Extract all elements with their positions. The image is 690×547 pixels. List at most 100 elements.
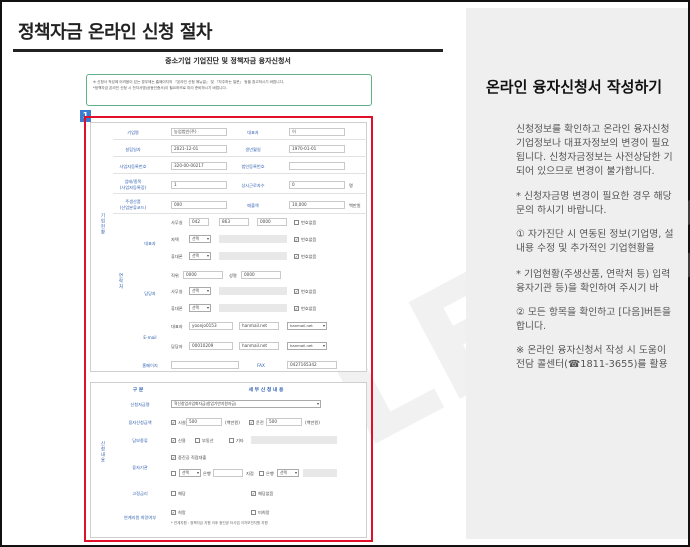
unlisted-checkbox[interactable] [294,220,299,225]
checkbox-label: 희망 [178,510,186,515]
instruction-line: ※ 온라인 융자신청서 작성 시 도움이 [516,345,666,356]
mgr-email-id-field[interactable]: 00010209 [189,342,233,350]
mobile-tel-select[interactable]: 선택 [189,252,211,260]
rep-email-domain-field[interactable]: hanmail.net [239,322,279,330]
manager-office-select[interactable]: 선택 [189,287,211,295]
section-label: 신청내용 [100,441,105,463]
founding-date-field[interactable]: 2021-12-01 [171,145,227,153]
business-number-field[interactable]: 320-00-00217 [171,162,227,170]
mgr-email-domain-field[interactable]: hanmail.net [239,342,279,350]
disabled-field [219,235,287,243]
unlisted-checkbox[interactable]: ✓ [294,289,299,294]
unlisted-checkbox[interactable]: ✓ [294,237,299,242]
checkbox-label: 미희망 [258,510,270,515]
instruction-line: 기업정보나 대표자정보의 변경이 필요 [516,138,670,149]
unit-label: (백만원) [225,420,240,425]
office-tel-part[interactable]: 0000 [257,218,287,226]
checkbox-label: 번호없음 [301,237,317,242]
office-tel-part[interactable]: 863 [219,218,249,226]
form-row: 업태/종목 (사업자등록증) 1 상시근로자수 0 명 [113,176,367,194]
form-row: 설립일자 2021-12-01 생년월일 1970-01-01 [113,142,367,157]
industry-field[interactable]: 1 [171,181,227,189]
sales-field[interactable]: 10,000 [289,201,345,209]
homepage-field[interactable] [171,361,239,369]
title-underline [13,49,443,52]
consent-yes-checkbox[interactable]: ✓ [171,510,176,515]
ceo-field[interactable]: 이 [289,128,345,136]
unit-label: 명 [349,183,353,188]
company-name-field[interactable]: 농업법인(주) [171,128,227,136]
unit-label: 지점 [246,471,254,476]
checkbox-label: 번호없음 [301,220,317,225]
bank-direct-checkbox[interactable]: ✓ [171,455,176,460]
company-info-section: 기업현황 기업명 농업법인(주) 대표자 이 설립일자 2021-12-01 생… [90,122,367,372]
unit-label: (백만원) [305,420,320,425]
instruction-line: 전담 콜센터(☎1811-3655)를 활용 [516,359,668,370]
branch-field[interactable] [213,469,243,477]
unlisted-checkbox[interactable]: ✓ [294,254,299,259]
fixed-rate-yes-checkbox[interactable] [171,491,176,496]
checkbox-label: 번호없음 [301,289,317,294]
instruction-panel: 온라인 융자신청서 작성하기 신청정보를 확인하고 온라인 융자신청 기업정보나… [466,8,688,539]
field-label: 융자신청금액 [128,420,152,425]
corp-number-field[interactable] [289,162,345,170]
field-sublabel: (산업분류코드) [119,205,147,210]
mgr-email-domain-select[interactable]: hanmail.net [287,342,327,350]
office-tel-part[interactable]: 042 [189,218,209,226]
page-title: 정책자금 온라인 신청 절차 [18,22,212,43]
collateral-realestate-checkbox[interactable] [195,438,200,443]
consent-no-checkbox[interactable] [251,510,256,515]
instruction-line: 합니다. [516,321,547,332]
checkbox-label: 은행 [266,471,274,476]
manager-mobile-select[interactable]: 선택 [189,304,211,312]
unlisted-checkbox[interactable]: ✓ [294,306,299,311]
instruction-line: * 신청자금명 변경이 필요한 경우 해당 [516,191,672,202]
checkbox-label: 운전 [256,420,264,425]
disabled-field [219,252,287,260]
field-label: 연계지원 희망여부 [123,515,157,520]
fixed-rate-no-checkbox[interactable]: ✓ [251,491,256,496]
field-label: 법인등록번호 [241,164,265,169]
bank-other-checkbox[interactable] [259,471,264,476]
manager-name-field[interactable]: 0000 [241,271,281,279]
instruction-line: ① 자가진단 시 연동된 정보(기업명, 설 [516,229,674,240]
application-details-section: 신청내용 구 분 세 부 신 청 내 용 신청자금명 혁신창업사업화자금(창업기… [90,382,367,538]
fax-field[interactable]: 0427165342 [287,361,337,369]
instruction-line: * 기업현황(주생산품, 연락처 등) 입력 [516,269,671,280]
field-label: 담보종류 [132,438,148,443]
field-label: 대표자 [247,130,259,135]
facility-amount-field[interactable]: 500 [186,418,222,426]
collateral-credit-checkbox[interactable]: ✓ [171,438,176,443]
rep-email-domain-select[interactable]: hanmail.net [287,322,327,330]
birth-date-field[interactable]: 1970-01-01 [289,145,345,153]
main-product-field[interactable]: 000 [171,201,227,209]
checkbox-label: 번호없음 [301,306,317,311]
collateral-other-checkbox[interactable] [229,438,234,443]
form-title: 중소기업 기업진단 및 정책자금 융자신청서 [165,57,291,65]
unit-label: 은행 [203,471,211,476]
operating-amount-field[interactable]: 500 [266,418,302,426]
notice-line: *정책자금 온라인 신청 시 전자서명(공동인증서)이 필요하므로 미리 준비하… [93,86,227,90]
column-header: 세 부 신 청 내 용 [248,388,284,393]
field-label: 사업자등록번호 [119,164,147,169]
instruction-line: 되어 있으므로 변경이 불가합니다. [516,166,655,177]
fund-select[interactable]: 혁신창업사업화자금(창업기반지원자금) [171,400,321,408]
bank-agency-checkbox[interactable] [171,471,176,476]
employee-count-field[interactable]: 0 [289,181,345,189]
field-label: 사무실 [171,220,183,225]
disabled-field [303,469,337,477]
rep-email-id-field[interactable]: yoonjo0153 [189,322,233,330]
bank-select[interactable]: 선택 [179,469,201,477]
home-tel-select[interactable]: 선택 [189,235,211,243]
operating-checkbox[interactable]: ✓ [249,420,254,425]
field-label: 대표자 [171,324,183,329]
field-label: 기업명 [127,130,139,135]
job-title-field[interactable]: 0000 [183,271,223,279]
checkbox-label: 시설 [178,420,186,425]
bank-other-select[interactable]: 선택 [277,469,299,477]
checkbox-label: 해당없음 [258,491,274,496]
checkbox-label: 번호없음 [301,254,317,259]
checkbox-label: 기타 [236,438,244,443]
field-label: 휴대폰 [171,254,183,259]
facility-checkbox[interactable]: ✓ [171,420,176,425]
